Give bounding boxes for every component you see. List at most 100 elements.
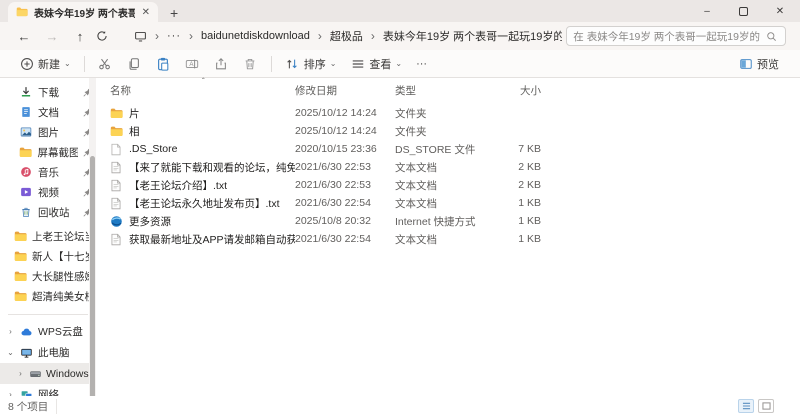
- sidebar-item[interactable]: 大长腿性感嫩模: [0, 266, 96, 286]
- sidebar-item[interactable]: 回收站: [0, 202, 96, 222]
- music-icon: [18, 165, 33, 180]
- file-size: 1 KB: [495, 215, 545, 227]
- sidebar-tree-item[interactable]: › 网络: [0, 384, 96, 396]
- breadcrumb-overflow[interactable]: ···: [167, 30, 181, 42]
- file-date: 2020/10/15 23:36: [295, 143, 395, 155]
- navigation-bar: ← → ↑ › ··· ›baidunetdiskdownload›超极品›表妹…: [0, 22, 800, 50]
- table-row[interactable]: 相 2025/10/12 14:24 文件夹: [110, 122, 800, 140]
- sidebar-item[interactable]: 视频: [0, 182, 96, 202]
- file-type: 文本文档: [395, 160, 495, 175]
- file-date: 2025/10/12 14:24: [295, 125, 395, 137]
- new-tab-button[interactable]: +: [170, 4, 178, 22]
- paste-icon: [156, 56, 171, 71]
- more-button[interactable]: ···: [409, 52, 434, 76]
- sidebar-item[interactable]: 屏幕截图: [0, 142, 96, 162]
- file-type: Internet 快捷方式: [395, 214, 495, 229]
- search-icon[interactable]: [764, 29, 779, 44]
- twisty-icon[interactable]: ›: [16, 369, 25, 378]
- sidebar-item-label: WPS云盘: [38, 324, 83, 339]
- breadcrumb-chevron-icon: ›: [371, 29, 375, 43]
- breadcrumb-item[interactable]: 表妹今年19岁 两个表哥一起玩19岁的表妹，真刺激: [383, 28, 562, 44]
- table-row[interactable]: 更多资源 2025/10/8 20:32 Internet 快捷方式 1 KB: [110, 212, 800, 230]
- sidebar-item[interactable]: 上老王论坛当老: [0, 226, 96, 246]
- recycle-bin-icon: [18, 205, 33, 220]
- share-button[interactable]: [207, 52, 236, 76]
- search-value: 在 表妹今年19岁 两个表哥一起玩19岁的: [573, 29, 760, 44]
- up-button[interactable]: ↑: [68, 29, 92, 44]
- rename-icon: A: [185, 56, 200, 71]
- file-size: 1 KB: [495, 197, 545, 209]
- sidebar-item[interactable]: 音乐: [0, 162, 96, 182]
- breadcrumb-item[interactable]: 超极品: [330, 28, 363, 44]
- new-button-label: 新建: [38, 56, 60, 72]
- sidebar-item[interactable]: 新人【十七岁】: [0, 246, 96, 266]
- details-view-toggle[interactable]: [738, 399, 754, 413]
- close-button[interactable]: ✕: [774, 6, 786, 17]
- sidebar-item[interactable]: 文档: [0, 102, 96, 122]
- sidebar-item[interactable]: 图片: [0, 122, 96, 142]
- table-row[interactable]: 【来了就能下载和观看的论坛，纯免费！】.txt 2021/6/30 22:53 …: [110, 158, 800, 176]
- toolbar-divider: [271, 56, 272, 72]
- sidebar-divider: [8, 314, 88, 315]
- breadcrumb-item[interactable]: baidunetdiskdownload: [201, 30, 310, 42]
- tab-close-icon[interactable]: ✕: [140, 7, 152, 18]
- twisty-icon[interactable]: ›: [6, 327, 15, 336]
- breadcrumb-chevron-icon: ›: [155, 29, 159, 43]
- video-icon: [18, 185, 33, 200]
- folder-icon: [14, 289, 27, 304]
- preview-button[interactable]: 预览: [731, 52, 786, 76]
- explorer-tab[interactable]: 表妹今年19岁 两个表哥一起玩1 ✕: [8, 2, 158, 22]
- new-button[interactable]: 新建 ⌄: [12, 52, 78, 76]
- tab-bar: 表妹今年19岁 两个表哥一起玩1 ✕ + – ✕: [0, 0, 800, 22]
- table-row[interactable]: .DS_Store 2020/10/15 23:36 DS_STORE 文件 7…: [110, 140, 800, 158]
- table-row[interactable]: 【老王论坛介绍】.txt 2021/6/30 22:53 文本文档 2 KB: [110, 176, 800, 194]
- paste-button[interactable]: [149, 52, 178, 76]
- file-name: 【老王论坛永久地址发布页】.txt: [129, 196, 280, 211]
- table-row[interactable]: 【老王论坛永久地址发布页】.txt 2021/6/30 22:54 文本文档 1…: [110, 194, 800, 212]
- sidebar-tree-item[interactable]: › WPS云盘: [0, 321, 96, 342]
- sidebar-tree-item[interactable]: ⌄ 此电脑: [0, 342, 96, 363]
- sidebar-item-label: 视频: [38, 185, 59, 200]
- view-button-label: 查看: [369, 56, 391, 72]
- back-button[interactable]: ←: [12, 29, 36, 44]
- breadcrumb-chevron-icon: ›: [189, 29, 193, 43]
- icons-view-toggle[interactable]: [758, 399, 774, 413]
- file-type: 文本文档: [395, 196, 495, 211]
- sidebar-item[interactable]: 超清纯美女校花: [0, 286, 96, 306]
- delete-button[interactable]: [236, 52, 265, 76]
- search-input[interactable]: 在 表妹今年19岁 两个表哥一起玩19岁的: [566, 26, 786, 46]
- minimize-button[interactable]: –: [701, 6, 713, 17]
- sidebar-item[interactable]: 下载: [0, 82, 96, 102]
- cut-button[interactable]: [91, 52, 120, 76]
- table-row[interactable]: 获取最新地址及APP请发邮箱自动获取.txt 2021/6/30 22:54 文…: [110, 230, 800, 248]
- file-type: 文件夹: [395, 124, 495, 139]
- folder-icon: [14, 249, 27, 264]
- view-button[interactable]: 查看 ⌄: [343, 52, 409, 76]
- this-pc-icon: [19, 345, 34, 360]
- column-header-size[interactable]: 大小: [495, 83, 545, 98]
- file-date: 2025/10/12 14:24: [295, 107, 395, 119]
- file-size: 2 KB: [495, 161, 545, 173]
- table-row[interactable]: 片 2025/10/12 14:24 文件夹: [110, 104, 800, 122]
- breadcrumb-chevron-icon: ›: [318, 29, 322, 43]
- copy-icon: [127, 56, 142, 71]
- column-header-date[interactable]: 修改日期: [295, 83, 395, 98]
- folder-icon: [110, 125, 123, 138]
- twisty-icon[interactable]: ⌄: [6, 348, 15, 357]
- sidebar-tree-item[interactable]: › Windows-SSD: [0, 363, 96, 384]
- file-type: 文本文档: [395, 232, 495, 247]
- toolbar-divider: [84, 56, 85, 72]
- sidebar-scrollbar-thumb[interactable]: [90, 156, 95, 396]
- twisty-icon[interactable]: ›: [6, 390, 15, 396]
- cloud-icon: [19, 324, 34, 339]
- rename-button[interactable]: A: [178, 52, 207, 76]
- copy-button[interactable]: [120, 52, 149, 76]
- sidebar-item-label: 超清纯美女校花: [32, 289, 92, 304]
- refresh-button[interactable]: [96, 30, 120, 42]
- tab-title: 表妹今年19岁 两个表哥一起玩1: [34, 5, 135, 20]
- address-device-icon[interactable]: [134, 29, 147, 44]
- folder-icon: [110, 107, 123, 120]
- sort-button[interactable]: 排序 ⌄: [278, 52, 344, 76]
- column-header-type[interactable]: 类型: [395, 83, 495, 98]
- maximize-button[interactable]: [739, 7, 748, 16]
